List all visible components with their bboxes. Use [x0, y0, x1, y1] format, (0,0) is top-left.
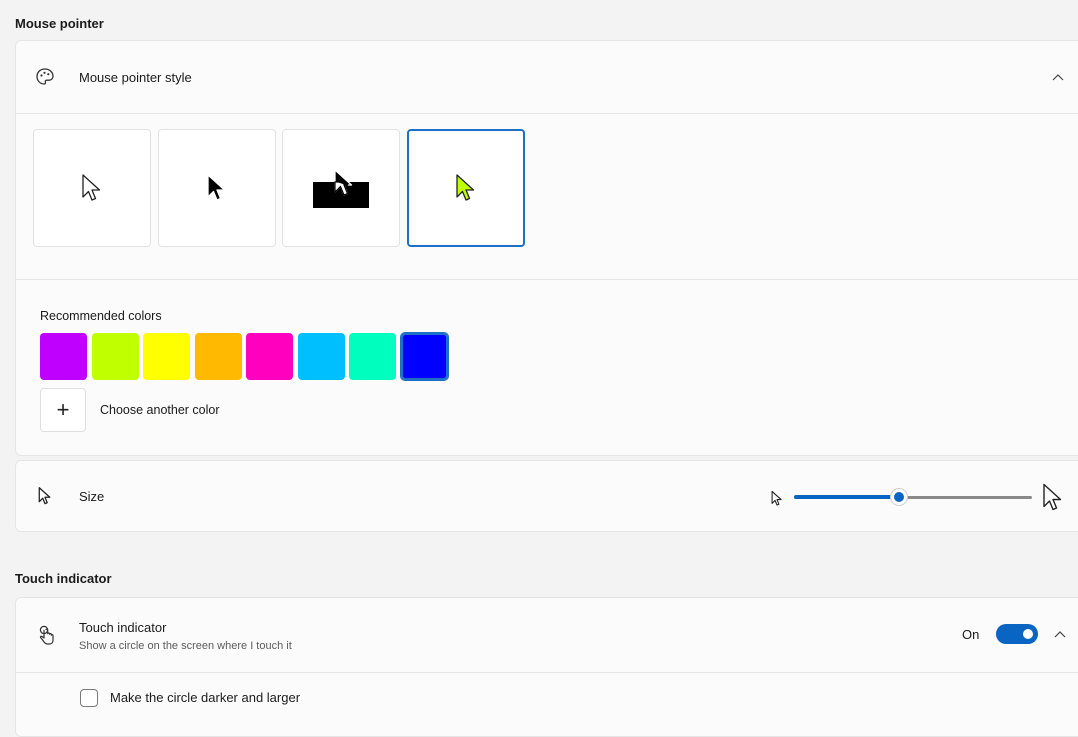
mouse-pointer-style-label: Mouse pointer style [79, 70, 192, 85]
chevron-up-icon[interactable] [1052, 626, 1068, 642]
chevron-up-icon[interactable] [1050, 69, 1066, 85]
palette-icon [35, 67, 55, 87]
touch-indicator-card: Touch indicator Show a circle on the scr… [15, 597, 1078, 737]
pointer-style-black[interactable] [158, 129, 276, 247]
white-pointer-icon [82, 174, 101, 201]
custom-color-pointer-icon [456, 174, 475, 201]
pointer-style-white[interactable] [33, 129, 151, 247]
darker-larger-label: Make the circle darker and larger [110, 690, 301, 705]
section-title-touch-indicator: Touch indicator [15, 571, 112, 586]
pointer-style-custom[interactable] [407, 129, 525, 247]
touch-hand-icon [36, 624, 56, 646]
toggle-state-label: On [962, 627, 980, 642]
choose-another-color-label: Choose another color [100, 403, 220, 417]
section-title-mouse-pointer: Mouse pointer [15, 16, 104, 31]
color-swatch[interactable] [40, 333, 87, 380]
touch-indicator-label: Touch indicator [79, 620, 167, 635]
pointer-style-inverted[interactable] [282, 129, 400, 247]
color-swatch[interactable] [143, 333, 190, 380]
inverted-pointer-icon [313, 169, 369, 208]
divider [16, 279, 1078, 280]
darker-larger-checkbox[interactable] [80, 689, 98, 707]
touch-indicator-toggle[interactable] [996, 624, 1038, 644]
size-slider[interactable] [794, 487, 1032, 507]
large-pointer-icon [1042, 481, 1064, 513]
black-pointer-icon [207, 174, 226, 201]
touch-indicator-header[interactable]: Touch indicator Show a circle on the scr… [16, 598, 1078, 672]
color-swatch[interactable] [91, 333, 139, 380]
divider [16, 672, 1078, 673]
color-swatch[interactable] [349, 333, 396, 380]
color-swatch[interactable] [246, 333, 293, 380]
touch-indicator-description: Show a circle on the screen where I touc… [79, 640, 292, 652]
pointer-size-card: Size [15, 460, 1078, 532]
size-label: Size [79, 489, 105, 504]
add-color-button[interactable]: + [40, 388, 86, 432]
small-pointer-icon [770, 488, 784, 508]
color-swatch[interactable] [297, 333, 345, 380]
divider [16, 113, 1078, 114]
mouse-pointer-style-header[interactable]: Mouse pointer style [16, 41, 1078, 113]
plus-icon: + [56, 397, 70, 422]
slider-fill [794, 495, 899, 499]
pointer-icon [36, 485, 54, 507]
recommended-colors-label: Recommended colors [40, 309, 162, 323]
color-swatch[interactable] [194, 333, 242, 380]
color-swatch[interactable] [400, 333, 448, 380]
toggle-knob [1023, 629, 1033, 639]
mouse-pointer-style-card: Mouse pointer style Recommended colors +… [15, 40, 1078, 456]
slider-thumb[interactable] [890, 488, 908, 506]
